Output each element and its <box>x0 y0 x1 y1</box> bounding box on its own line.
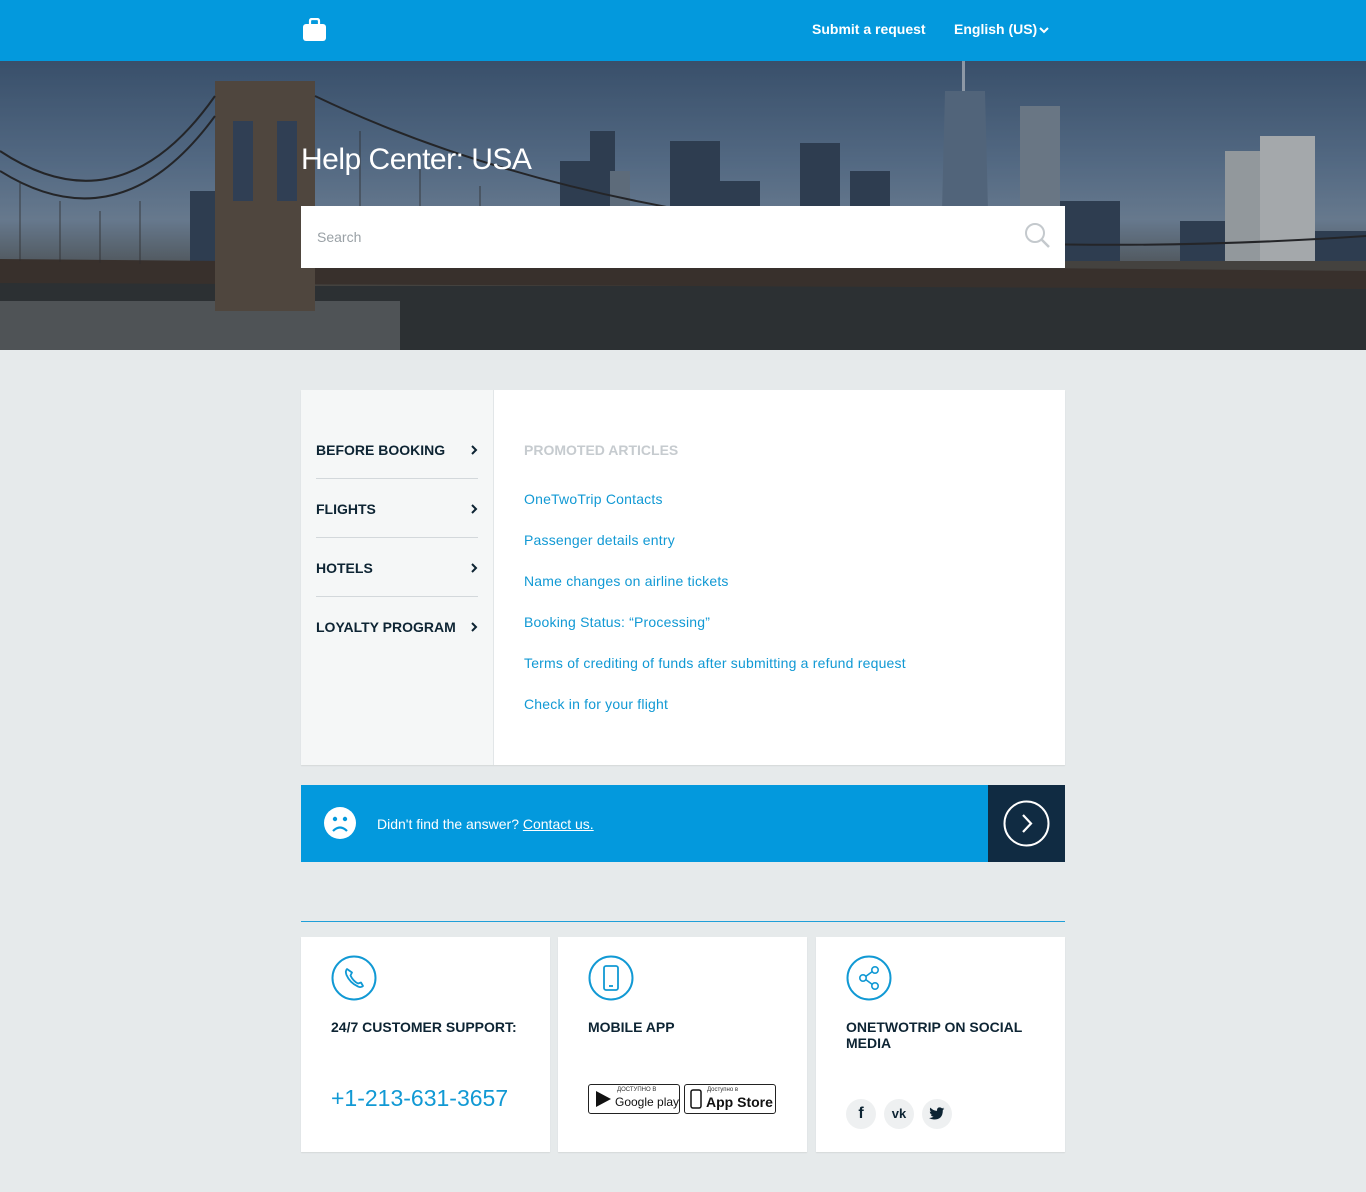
twitter-icon <box>929 1107 945 1120</box>
promoted-article-link[interactable]: Terms of crediting of funds after submit… <box>524 655 906 671</box>
search-icon[interactable] <box>1024 222 1052 250</box>
top-navigation-bar: Submit a request English (US) <box>0 0 1366 61</box>
app-store-badge[interactable]: Доступно в App Store <box>684 1084 776 1114</box>
promoted-article-link[interactable]: Passenger details entry <box>524 532 675 548</box>
facebook-icon: f <box>858 1105 864 1122</box>
social-media-card: ONETWOTRIP ON SOCIAL MEDIA f vk <box>816 937 1065 1152</box>
promoted-article-link[interactable]: Booking Status: “Processing” <box>524 614 710 630</box>
sad-face-icon <box>324 807 356 839</box>
promoted-articles-heading: PROMOTED ARTICLES <box>524 442 679 458</box>
hero-banner: Help Center: USA <box>0 61 1366 350</box>
mobile-app-card: MOBILE APP ДОСТУПНО В Google play Доступ… <box>558 937 807 1152</box>
vk-icon: vk <box>891 1106 907 1121</box>
briefcase-icon[interactable] <box>302 18 327 42</box>
twitter-button[interactable] <box>922 1099 952 1129</box>
support-card: 24/7 CUSTOMER SUPPORT: +1-213-631-3657 <box>301 937 550 1152</box>
promoted-article-link[interactable]: Check in for your flight <box>524 696 668 712</box>
promoted-article-link[interactable]: OneTwoTrip Contacts <box>524 491 663 507</box>
contact-us-banner: Didn't find the answer? Contact us. <box>301 785 1065 862</box>
sidebar-item-before-booking[interactable]: BEFORE BOOKING <box>316 390 478 458</box>
support-phone-link[interactable]: +1-213-631-3657 <box>331 1085 508 1112</box>
app-store-text: App Store <box>706 1094 773 1110</box>
iphone-icon <box>690 1089 702 1109</box>
sidebar-item-hotels[interactable]: HOTELS <box>316 508 478 576</box>
chevron-right-circle-icon <box>1003 800 1050 847</box>
mobile-app-title: MOBILE APP <box>588 1019 675 1035</box>
contact-us-link[interactable]: Contact us. <box>523 816 594 832</box>
share-icon <box>846 955 892 1001</box>
submit-request-link[interactable]: Submit a request <box>812 21 926 37</box>
support-title: 24/7 CUSTOMER SUPPORT: <box>331 1019 517 1035</box>
contact-text: Didn't find the answer? <box>377 816 519 832</box>
phone-icon <box>331 955 377 1001</box>
category-sidebar: BEFORE BOOKING FLIGHTS HOTELS LOYALTY PR… <box>301 390 494 765</box>
contact-arrow-button[interactable] <box>988 785 1065 862</box>
facebook-button[interactable]: f <box>846 1099 876 1129</box>
sidebar-item-flights[interactable]: FLIGHTS <box>316 449 478 517</box>
play-store-icon <box>596 1091 611 1107</box>
google-play-small-text: ДОСТУПНО В <box>617 1087 657 1093</box>
search-input[interactable] <box>301 206 1001 268</box>
search-box <box>301 206 1065 268</box>
section-divider <box>301 921 1065 922</box>
app-store-small-text: Доступно в <box>707 1087 739 1093</box>
sidebar-item-loyalty-program[interactable]: LOYALTY PROGRAM <box>316 567 478 635</box>
google-play-badge[interactable]: ДОСТУПНО В Google play <box>588 1084 680 1114</box>
language-selector[interactable]: English (US) <box>954 21 1037 37</box>
vk-button[interactable]: vk <box>884 1099 914 1129</box>
page-title: Help Center: USA <box>301 143 532 176</box>
contact-message: Didn't find the answer? Contact us. <box>377 816 594 832</box>
promoted-article-link[interactable]: Name changes on airline tickets <box>524 573 729 589</box>
google-play-text: Google play <box>615 1095 680 1109</box>
sidebar-item-label: LOYALTY PROGRAM <box>316 619 456 635</box>
chevron-down-icon[interactable] <box>1038 24 1050 36</box>
smartphone-icon <box>588 955 634 1001</box>
categories-card: BEFORE BOOKING FLIGHTS HOTELS LOYALTY PR… <box>301 390 1065 765</box>
chevron-right-icon <box>471 622 478 632</box>
social-media-title: ONETWOTRIP ON SOCIAL MEDIA <box>846 1019 1023 1051</box>
